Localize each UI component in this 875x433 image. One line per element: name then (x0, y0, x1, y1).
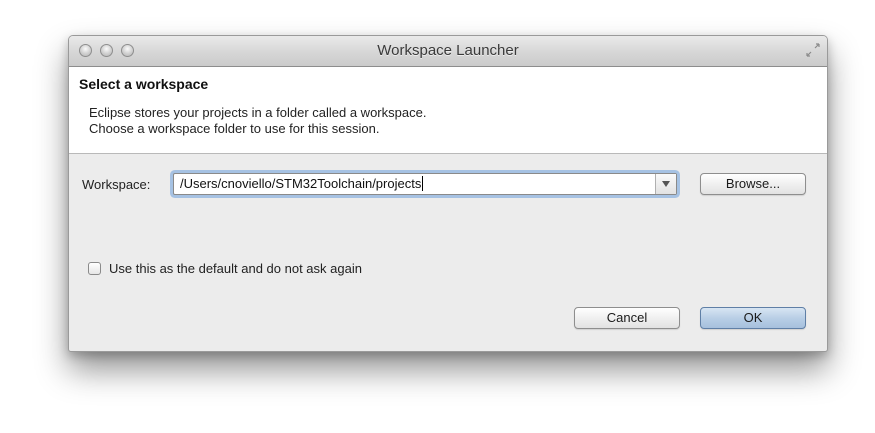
default-workspace-checkbox-label[interactable]: Use this as the default and do not ask a… (109, 261, 362, 276)
header-description: Eclipse stores your projects in a folder… (89, 105, 426, 137)
header-title: Select a workspace (79, 76, 209, 92)
cancel-button[interactable]: Cancel (574, 307, 680, 329)
text-cursor (422, 176, 424, 191)
header-description-line-2: Choose a workspace folder to use for thi… (89, 121, 380, 136)
window-title: Workspace Launcher (377, 42, 519, 59)
workspace-dropdown-button[interactable] (655, 174, 676, 194)
browse-button[interactable]: Browse... (700, 173, 806, 195)
ok-button[interactable]: OK (700, 307, 806, 329)
default-workspace-checkbox[interactable] (88, 262, 101, 275)
workspace-launcher-dialog: Workspace Launcher Select a workspace Ec… (68, 35, 828, 352)
workspace-label: Workspace: (82, 177, 151, 192)
chevron-down-icon (662, 181, 670, 187)
fullscreen-resize-icon[interactable] (805, 42, 821, 58)
header-description-line-1: Eclipse stores your projects in a folder… (89, 105, 427, 120)
workspace-path-input[interactable]: /Users/cnoviello/STM32Toolchain/projects (180, 176, 424, 191)
workspace-combo-box[interactable]: /Users/cnoviello/STM32Toolchain/projects (173, 173, 677, 195)
title-bar[interactable]: Workspace Launcher (69, 36, 827, 67)
workspace-path-text: /Users/cnoviello/STM32Toolchain/projects (180, 176, 422, 191)
dialog-header: Select a workspace Eclipse stores your p… (69, 67, 827, 154)
